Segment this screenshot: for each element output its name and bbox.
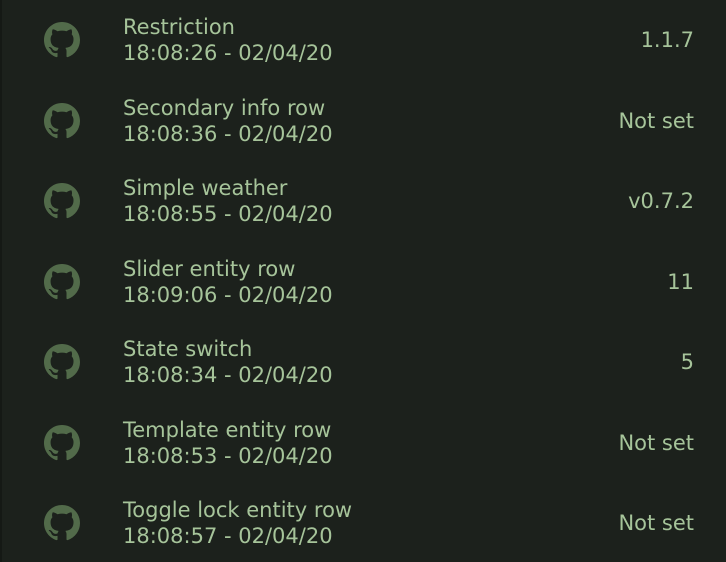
item-title: Secondary info row xyxy=(123,95,326,120)
item-version: Not set xyxy=(618,108,694,133)
item-version: Not set xyxy=(618,511,694,536)
github-icon xyxy=(44,102,80,139)
item-timestamp: 18:08:57 - 02/04/20 xyxy=(123,524,333,549)
item-timestamp: 18:08:53 - 02/04/20 xyxy=(123,443,333,468)
item-timestamp: 18:09:06 - 02/04/20 xyxy=(123,282,333,307)
item-title: Restriction xyxy=(123,15,235,40)
item-version: Not set xyxy=(618,430,694,455)
plugin-list: Restriction 18:08:26 - 02/04/20 1.1.7 Se… xyxy=(0,0,726,562)
list-item[interactable]: Slider entity row 18:09:06 - 02/04/20 11 xyxy=(2,242,726,323)
item-timestamp: 18:08:26 - 02/04/20 xyxy=(123,41,333,66)
list-item[interactable]: Secondary info row 18:08:36 - 02/04/20 N… xyxy=(2,81,726,162)
list-item[interactable]: Simple weather 18:08:55 - 02/04/20 v0.7.… xyxy=(2,161,726,242)
item-text: State switch 18:08:34 - 02/04/20 xyxy=(123,336,333,388)
item-timestamp: 18:08:55 - 02/04/20 xyxy=(123,202,333,227)
item-version: 11 xyxy=(667,269,694,294)
item-version: v0.7.2 xyxy=(628,189,694,214)
list-item[interactable]: State switch 18:08:34 - 02/04/20 5 xyxy=(2,322,726,403)
item-version: 1.1.7 xyxy=(640,28,694,53)
item-text: Secondary info row 18:08:36 - 02/04/20 xyxy=(123,95,333,147)
list-item[interactable]: Template entity row 18:08:53 - 02/04/20 … xyxy=(2,403,726,484)
item-text: Restriction 18:08:26 - 02/04/20 xyxy=(123,14,333,66)
github-icon xyxy=(44,424,80,461)
item-title: State switch xyxy=(123,337,253,362)
list-item[interactable]: Restriction 18:08:26 - 02/04/20 1.1.7 xyxy=(2,0,726,81)
github-icon xyxy=(44,22,80,58)
github-icon xyxy=(44,505,80,541)
item-timestamp: 18:08:34 - 02/04/20 xyxy=(123,363,333,388)
item-version: 5 xyxy=(680,350,694,375)
item-text: Simple weather 18:08:55 - 02/04/20 xyxy=(123,175,333,227)
item-timestamp: 18:08:36 - 02/04/20 xyxy=(123,121,333,146)
item-text: Toggle lock entity row 18:08:57 - 02/04/… xyxy=(123,497,352,549)
item-text: Template entity row 18:08:53 - 02/04/20 xyxy=(123,417,333,469)
item-title: Simple weather xyxy=(123,176,288,201)
item-text: Slider entity row 18:09:06 - 02/04/20 xyxy=(123,256,333,308)
list-item[interactable]: Toggle lock entity row 18:08:57 - 02/04/… xyxy=(2,483,726,562)
item-title: Slider entity row xyxy=(123,256,296,281)
github-icon xyxy=(44,344,80,380)
item-title: Toggle lock entity row xyxy=(123,498,353,523)
github-icon xyxy=(44,263,80,300)
item-title: Template entity row xyxy=(123,417,332,442)
github-icon xyxy=(44,183,80,219)
